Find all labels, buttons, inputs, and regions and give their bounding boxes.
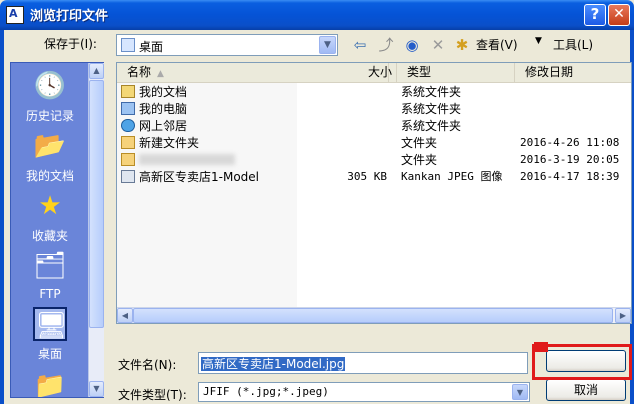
place-label: 桌面 — [37, 347, 62, 361]
filetype-select[interactable]: JFIF (*.jpg;*.jpeg) ▼ — [198, 382, 530, 402]
cancel-button[interactable]: 取消 — [546, 379, 626, 401]
file-name-cell: 高新区专卖店1-Model — [121, 169, 259, 186]
documents-icon: 📂 — [33, 131, 67, 161]
file-name: 我的文档 — [139, 85, 188, 99]
scroll-thumb[interactable] — [89, 80, 104, 328]
scroll-right-button[interactable]: ▶ — [615, 308, 631, 323]
file-name-cell: 我的电脑 — [121, 101, 187, 118]
file-type: 系统文件夹 — [401, 85, 462, 99]
file-list-horizontal-scrollbar[interactable]: ◀ ▶ — [117, 307, 631, 323]
file-name: 新建文件夹 — [139, 136, 200, 150]
scroll-up-button[interactable]: ▲ — [89, 63, 104, 79]
view-dropdown-arrow-icon[interactable]: ▼ — [535, 36, 542, 46]
ftp-icon: 🗂 — [33, 251, 67, 281]
file-list-header: 名称 ▲ 大小 类型 修改日期 — [117, 63, 631, 83]
annotation-mark — [534, 342, 548, 352]
file-name: 网上邻居 — [139, 119, 188, 133]
chevron-down-icon[interactable]: ▼ — [512, 384, 528, 400]
table-row[interactable]: 网上邻居 系统文件夹 — [117, 118, 631, 135]
file-name: 我的电脑 — [139, 102, 188, 116]
history-icon: 🕓 — [33, 71, 67, 101]
location-value: 桌面 — [139, 40, 164, 54]
file-type: Kankan JPEG 图像 — [401, 170, 503, 183]
place-ftp[interactable]: 🗂 FTP — [11, 249, 89, 301]
file-modified: 2016-4-26 11:08 — [520, 136, 620, 149]
place-label: 我的文档 — [25, 169, 74, 183]
file-size: 305 KB — [347, 170, 387, 183]
tools-menu-button[interactable]: 工具(L) — [553, 36, 593, 53]
favorites-icon: ★ — [38, 191, 62, 221]
places-bar: 🕓 历史记录 📂 我的文档 ★ 收藏夹 🗂 FTP 🖥 桌面 📁 ▲ ▼ — [10, 62, 104, 398]
file-list[interactable]: 名称 ▲ 大小 类型 修改日期 我的文档 系统文件夹 我的电脑 系统文件夹 网上邻… — [116, 62, 632, 324]
place-partial[interactable]: 📁 — [11, 369, 89, 397]
app-icon: A — [6, 6, 24, 24]
window-frame-left — [0, 30, 4, 404]
location-combobox[interactable]: 桌面 ▼ — [116, 34, 338, 56]
network-icon — [121, 119, 135, 132]
close-button[interactable]: ✕ — [608, 4, 630, 26]
filetype-label: 文件类型(T): — [118, 388, 187, 402]
file-modified: 2016-3-19 20:05 — [520, 153, 620, 166]
desktop-icon: 🖥 — [33, 307, 68, 341]
table-row[interactable]: 我的电脑 系统文件夹 — [117, 101, 631, 118]
up-folder-icon[interactable]: ⤴ — [376, 35, 396, 55]
scroll-down-button[interactable]: ▼ — [89, 381, 104, 397]
column-header-modified[interactable]: 修改日期 — [515, 63, 634, 83]
place-favorites[interactable]: ★ 收藏夹 — [11, 189, 89, 244]
sort-ascending-icon: ▲ — [157, 69, 164, 79]
help-button[interactable]: ? — [584, 4, 606, 26]
column-header-size[interactable]: 大小 — [297, 63, 397, 83]
file-type: 系统文件夹 — [401, 102, 462, 116]
file-type: 文件夹 — [401, 136, 438, 150]
place-label: FTP — [39, 287, 61, 301]
table-row[interactable]: 新建文件夹 文件夹 2016-4-26 11:08 — [117, 135, 631, 152]
delete-icon[interactable]: ✕ — [428, 35, 448, 55]
filename-label: 文件名(N): — [118, 358, 177, 372]
title-bar: A 浏览打印文件 ? ✕ — [0, 0, 634, 30]
column-name-label: 名称 — [127, 65, 152, 79]
table-row[interactable]: 高新区专卖店1-Model 305 KB Kankan JPEG 图像 2016… — [117, 169, 631, 186]
back-arrow-icon[interactable]: ⇦ — [350, 35, 370, 55]
file-name-cell: 网上邻居 — [121, 118, 187, 135]
places-scrollbar[interactable]: ▲ ▼ — [88, 63, 104, 397]
jpeg-icon — [121, 170, 135, 183]
desktop-icon — [121, 38, 135, 52]
documents-icon — [121, 85, 135, 98]
scroll-left-button[interactable]: ◀ — [117, 308, 133, 323]
place-documents[interactable]: 📂 我的文档 — [11, 129, 89, 184]
folder-icon: 📁 — [33, 371, 67, 397]
save-in-label: 保存于(I): — [44, 37, 97, 51]
file-name-cell: 新建文件夹 — [121, 135, 199, 152]
place-desktop[interactable]: 🖥 桌面 — [11, 307, 89, 362]
table-row[interactable]: 文件夹 2016-3-19 20:05 — [117, 152, 631, 169]
filename-value: 高新区专卖店1-Model.jpg — [201, 357, 346, 371]
filename-input[interactable]: 高新区专卖店1-Model.jpg — [198, 352, 528, 374]
redacted-file-name — [139, 154, 235, 165]
window-title: 浏览打印文件 — [30, 9, 109, 24]
chevron-down-icon[interactable]: ▼ — [319, 36, 336, 54]
place-label: 历史记录 — [25, 109, 74, 123]
folder-icon — [121, 136, 135, 149]
folder-icon — [121, 153, 135, 166]
file-type: 系统文件夹 — [401, 119, 462, 133]
horizontal-scroll-thumb[interactable] — [133, 308, 613, 323]
table-row[interactable]: 我的文档 系统文件夹 — [117, 84, 631, 101]
column-header-type[interactable]: 类型 — [397, 63, 515, 83]
file-type: 文件夹 — [401, 153, 438, 167]
filetype-value: JFIF (*.jpg;*.jpeg) — [203, 385, 329, 398]
computer-icon — [121, 102, 135, 115]
file-name: 高新区专卖店1-Model — [139, 170, 259, 184]
app-icon-letter: A — [9, 7, 18, 20]
view-menu-button[interactable]: 查看(V) — [476, 36, 518, 53]
new-folder-icon[interactable]: ✱ — [452, 35, 472, 55]
search-web-icon[interactable]: ◉ — [402, 35, 422, 55]
file-modified: 2016-4-17 18:39 — [520, 170, 620, 183]
file-name-cell: 我的文档 — [121, 84, 187, 101]
file-name-cell — [121, 152, 235, 169]
place-history[interactable]: 🕓 历史记录 — [11, 69, 89, 124]
place-label: 收藏夹 — [31, 229, 68, 243]
